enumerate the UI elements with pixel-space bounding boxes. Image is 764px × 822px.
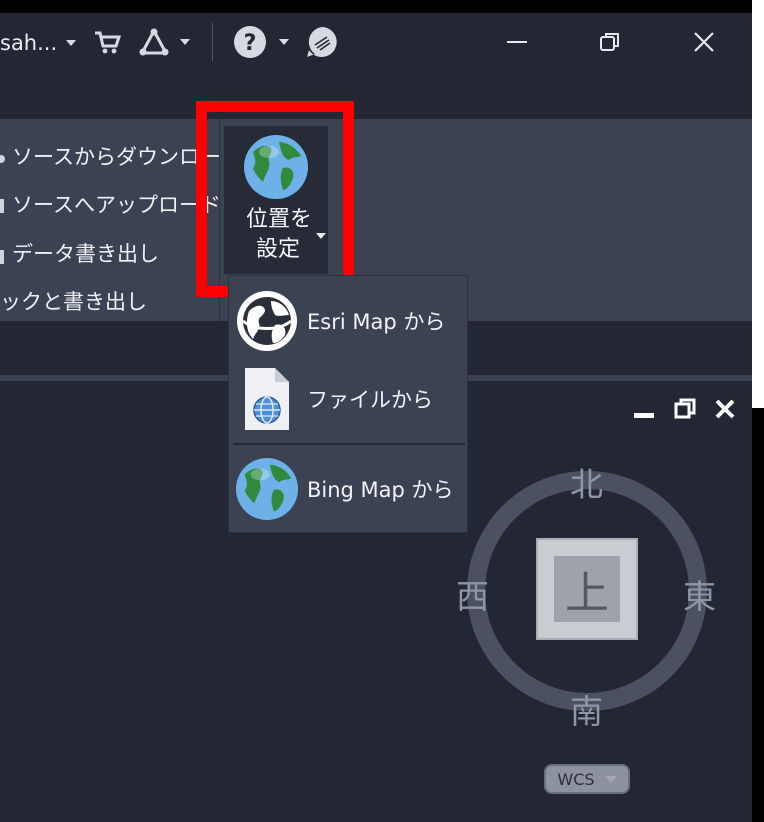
- window-restore-button[interactable]: [595, 27, 625, 57]
- menu-item-label: ファイルから: [307, 388, 433, 412]
- help-icon: ?: [234, 26, 266, 58]
- menu-item-bing-map[interactable]: Bing Map から: [229, 456, 467, 522]
- ribbon-item-label: ックと書き出し: [0, 290, 147, 314]
- restore-icon: [674, 398, 696, 419]
- ribbon-lock-and-export[interactable]: ックと書き出し: [0, 286, 147, 316]
- close-icon: [694, 32, 714, 52]
- menu-item-esri-map[interactable]: Esri Map から: [229, 288, 467, 354]
- ribbon-data-export[interactable]: データ書き出し: [0, 238, 159, 268]
- cart-icon: [95, 31, 122, 54]
- toolbar-divider: [212, 23, 213, 61]
- outside-area-dark: [752, 408, 764, 822]
- set-location-menu: Esri Map から ファイルから Bing Map から: [228, 275, 468, 533]
- restore-icon: [600, 33, 619, 51]
- viewcube-face-text: 上: [565, 568, 609, 619]
- window-minimize-button[interactable]: [502, 27, 532, 57]
- chevron-down-icon: [279, 39, 289, 45]
- chat-button[interactable]: [305, 25, 339, 59]
- compass-east[interactable]: 東: [683, 570, 716, 618]
- wcs-dropdown[interactable]: WCS: [544, 764, 630, 794]
- title-bar: sah... ?: [0, 13, 752, 71]
- export-icon: [0, 250, 4, 264]
- minimize-icon: [634, 413, 654, 418]
- help-button[interactable]: ?: [233, 25, 289, 59]
- compass-west[interactable]: 西: [456, 570, 489, 618]
- viewport-restore-button[interactable]: [673, 398, 697, 420]
- user-name: sah...: [0, 31, 58, 55]
- user-menu[interactable]: sah...: [0, 31, 77, 55]
- menu-item-from-file[interactable]: ファイルから: [229, 362, 467, 436]
- wcs-label: WCS: [557, 769, 595, 789]
- top-edge: [0, 0, 752, 13]
- compass-north[interactable]: 北: [570, 458, 603, 506]
- menu-item-label: Esri Map から: [307, 310, 446, 334]
- chevron-down-icon: [180, 39, 190, 45]
- file-globe-icon: [245, 368, 289, 430]
- viewport-close-button[interactable]: [713, 398, 737, 420]
- chat-icon: [307, 27, 337, 57]
- chevron-down-icon: [66, 40, 77, 46]
- ribbon-item-label: データ書き出し: [12, 242, 159, 266]
- close-icon: [715, 399, 735, 419]
- esri-globe-icon: [237, 291, 297, 351]
- compass-south[interactable]: 南: [570, 685, 603, 733]
- autodesk-app-icon: [139, 28, 169, 56]
- download-icon: [0, 155, 5, 163]
- ribbon-item-label: ソースへアップロード: [12, 193, 221, 217]
- highlight-box: [196, 101, 354, 297]
- viewcube-face-label: 上: [554, 556, 620, 622]
- ribbon-upload-to-source[interactable]: ソースへアップロード: [0, 189, 221, 219]
- svg-text:?: ?: [244, 31, 257, 56]
- globe-icon: [235, 457, 299, 521]
- cart-button[interactable]: [92, 27, 122, 57]
- menu-item-label: Bing Map から: [307, 478, 454, 502]
- viewport-minimize-button[interactable]: [632, 398, 656, 420]
- menu-separator: [233, 443, 465, 445]
- window-close-button[interactable]: [689, 27, 719, 57]
- application-window: sah... ? ソースからダウンロード ソースへアップロード データ書き出し …: [0, 0, 752, 822]
- autodesk-app-button[interactable]: [138, 27, 190, 57]
- minimize-icon: [507, 41, 527, 43]
- chevron-down-icon: [604, 775, 617, 783]
- upload-icon: [0, 199, 4, 213]
- outside-area: [752, 0, 764, 408]
